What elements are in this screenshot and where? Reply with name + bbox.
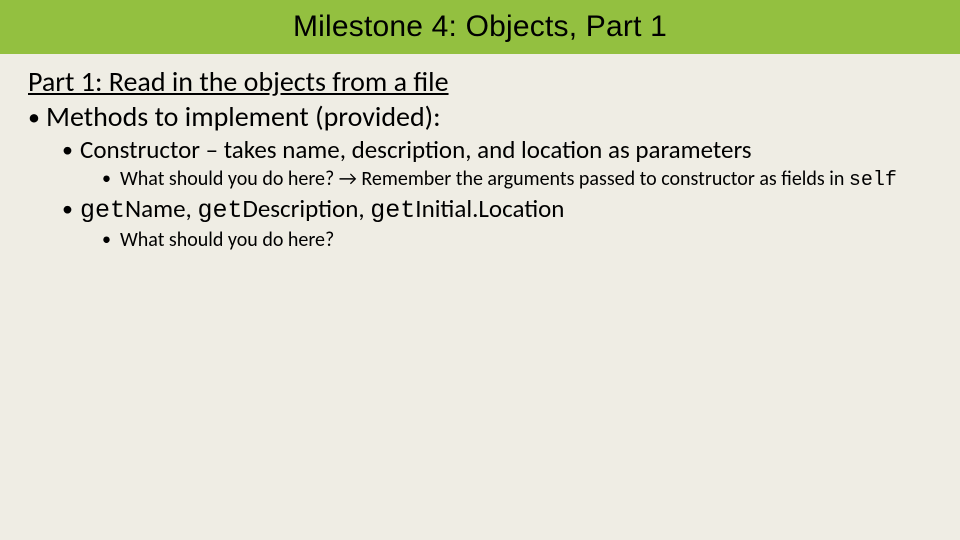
bullet-list-level3b: What should you do here? — [62, 228, 932, 254]
sep2: , — [358, 193, 370, 224]
bullet-methods-intro: Methods to implement (provided): Constru… — [28, 99, 932, 253]
getter-name: Name — [125, 193, 186, 224]
bullet-getters-hint: What should you do here? — [102, 228, 932, 254]
bullet-text: Methods to implement (provided): — [46, 99, 441, 134]
slide-header: Milestone 4: Objects, Part 1 — [0, 0, 960, 54]
bullet-text: Constructor – takes name, description, a… — [80, 134, 752, 165]
slide-body: Part 1: Read in the objects from a file … — [0, 54, 960, 253]
bullet-list-level1: Methods to implement (provided): Constru… — [28, 99, 932, 253]
bullet-text: What should you do here? — [120, 228, 334, 252]
code-get: get — [80, 196, 125, 225]
section-subtitle: Part 1: Read in the objects from a file — [28, 64, 932, 99]
bullet-list-level3: What should you do here? → Remember the … — [62, 167, 932, 194]
getter-initial-location: Initial.Location — [415, 193, 564, 224]
bullet-getters: getName, getDescription, getInitial.Loca… — [62, 193, 932, 253]
code-self: self — [849, 169, 897, 192]
sep: , — [186, 193, 198, 224]
bullet-constructor-hint: What should you do here? → Remember the … — [102, 167, 932, 194]
bullet-list-level2: Constructor – takes name, description, a… — [28, 134, 932, 253]
bullet-constructor: Constructor – takes name, description, a… — [62, 134, 932, 193]
slide-title: Milestone 4: Objects, Part 1 — [293, 10, 667, 44]
bullet-text: What should you do here? → Remember the … — [120, 167, 849, 191]
getter-description: Description — [242, 193, 358, 224]
code-get3: get — [370, 196, 415, 225]
code-get2: get — [197, 196, 242, 225]
